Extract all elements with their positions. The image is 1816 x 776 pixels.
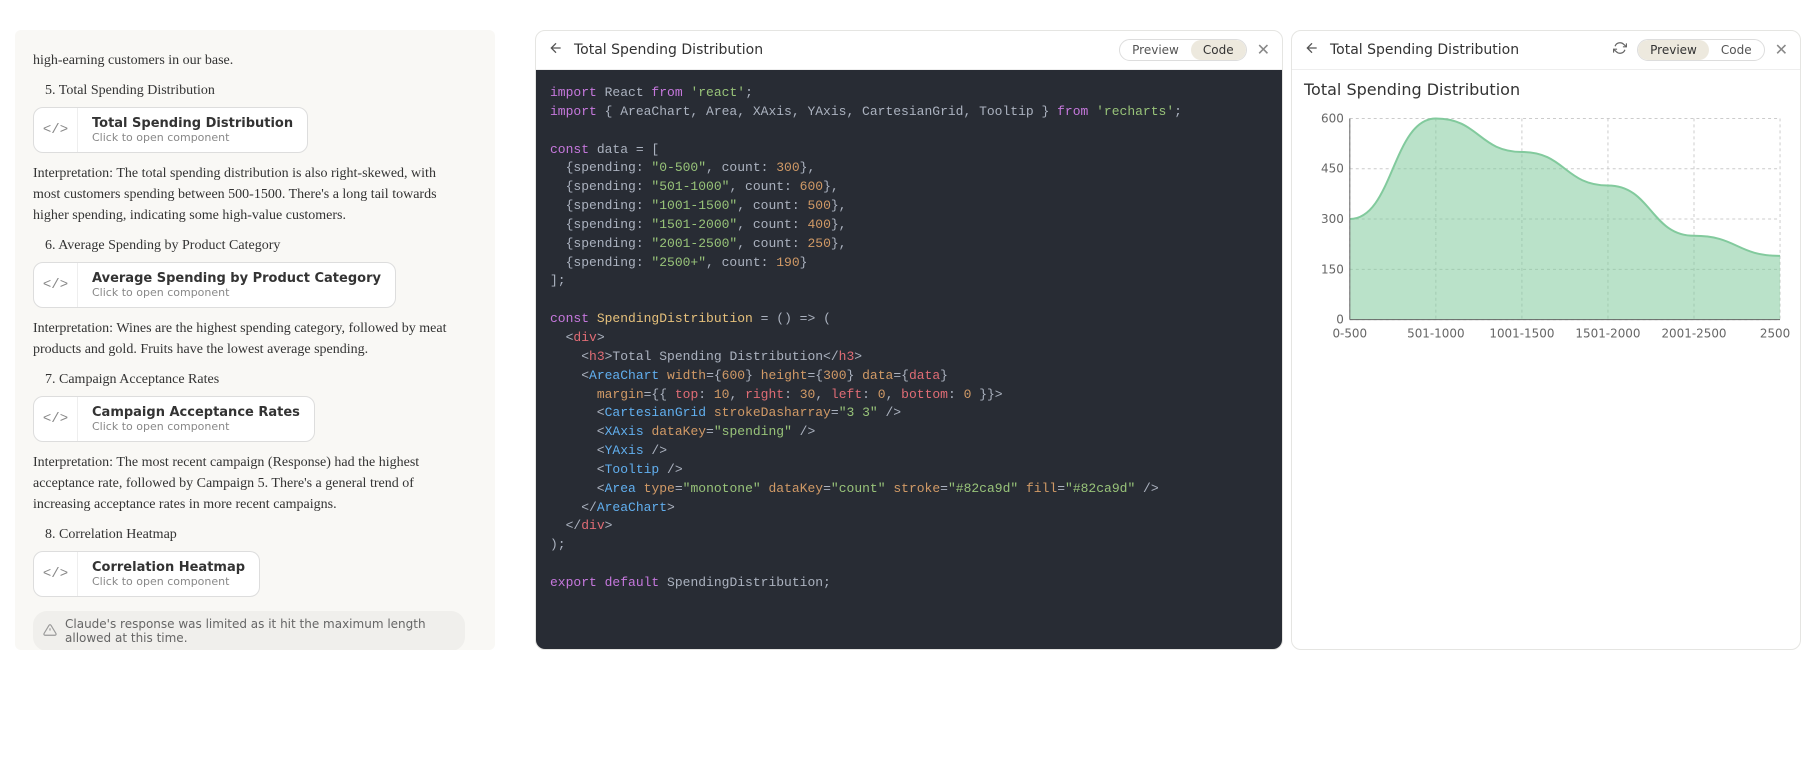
component-sub: Click to open component [92,286,381,299]
truncated-text: high-earning customers in our base. [33,50,465,71]
code-icon: </> [34,263,78,307]
toggle-preview[interactable]: Preview [1638,40,1709,60]
component-sub: Click to open component [92,575,245,588]
back-icon[interactable] [1304,40,1320,60]
svg-text:2001-2500: 2001-2500 [1661,327,1726,341]
svg-text:1001-1500: 1001-1500 [1489,327,1554,341]
svg-text:300: 300 [1321,212,1344,226]
toggle-code[interactable]: Code [1191,40,1246,60]
document-pane: high-earning customers in our base. 5. T… [15,30,495,650]
code-editor[interactable]: import React from 'react'; import { Area… [536,70,1282,649]
list-item: 6. Average Spending by Product Category [45,238,465,254]
view-toggle: Preview Code [1119,39,1246,61]
component-title: Correlation Heatmap [92,560,245,575]
warning-icon [43,623,57,640]
list-item: 5. Total Spending Distribution [45,83,465,99]
svg-text:150: 150 [1321,262,1344,276]
preview-body: Total Spending Distribution 0 150 300 450 60… [1292,70,1800,355]
component-title: Total Spending Distribution [92,116,293,131]
component-card[interactable]: </> Average Spending by Product CategoryC… [33,262,396,308]
list-item: 8. Correlation Heatmap [45,527,465,543]
preview-pane-title: Total Spending Distribution [1330,42,1603,58]
code-icon: </> [34,397,78,441]
preview-pane: Total Spending Distribution Preview Code… [1291,30,1801,650]
close-icon[interactable]: ✕ [1775,42,1788,58]
length-limit-notice: Claude's response was limited as it hit … [33,611,465,650]
interpretation-text: Interpretation: The total spending distr… [33,163,465,226]
preview-pane-header: Total Spending Distribution Preview Code… [1292,31,1800,70]
svg-text:2500+: 2500+ [1760,327,1790,341]
code-pane-header: Total Spending Distribution Preview Code… [536,31,1282,70]
component-card[interactable]: </> Correlation HeatmapClick to open comp… [33,551,260,597]
component-sub: Click to open component [92,131,293,144]
chart-title: Total Spending Distribution [1304,80,1790,99]
svg-text:600: 600 [1321,111,1344,125]
svg-text:450: 450 [1321,162,1344,176]
view-toggle: Preview Code [1637,39,1764,61]
code-pane-title: Total Spending Distribution [574,42,1109,58]
toggle-code[interactable]: Code [1709,40,1764,60]
svg-text:0: 0 [1336,313,1344,327]
close-icon[interactable]: ✕ [1257,42,1270,58]
component-card[interactable]: </> Total Spending DistributionClick to o… [33,107,308,153]
svg-text:0-500: 0-500 [1332,327,1367,341]
svg-text:501-1000: 501-1000 [1407,327,1464,341]
refresh-icon[interactable] [1613,41,1627,59]
code-icon: </> [34,108,78,152]
component-card[interactable]: </> Campaign Acceptance RatesClick to ope… [33,396,315,442]
area-chart: 0 150 300 450 600 0-500 501-1000 1001-1500 1501-… [1302,107,1790,347]
length-limit-text: Claude's response was limited as it hit … [65,617,455,645]
interpretation-text: Interpretation: The most recent campaign… [33,452,465,515]
toggle-preview[interactable]: Preview [1120,40,1191,60]
svg-text:1501-2000: 1501-2000 [1575,327,1640,341]
component-title: Average Spending by Product Category [92,271,381,286]
interpretation-text: Interpretation: Wines are the highest sp… [33,318,465,360]
component-title: Campaign Acceptance Rates [92,405,300,420]
code-icon: </> [34,552,78,596]
code-pane: Total Spending Distribution Preview Code… [535,30,1283,650]
list-item: 7. Campaign Acceptance Rates [45,372,465,388]
component-sub: Click to open component [92,420,300,433]
back-icon[interactable] [548,40,564,60]
